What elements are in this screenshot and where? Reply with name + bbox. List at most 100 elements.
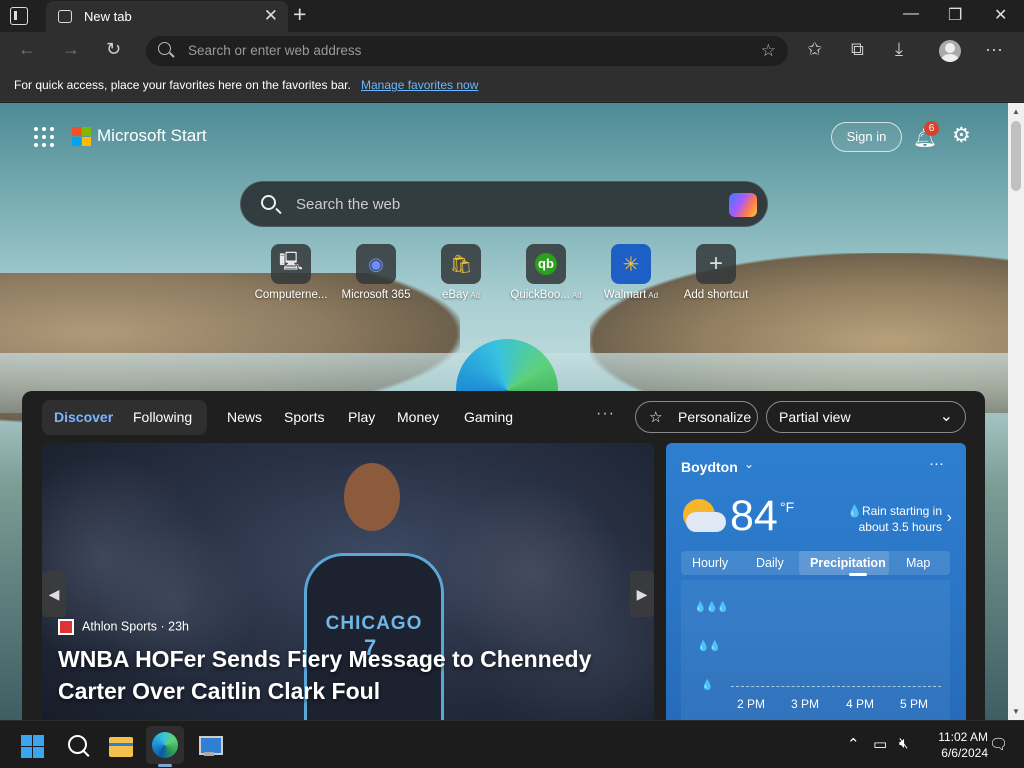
downloads-icon[interactable]: ⤓: [895, 39, 903, 60]
nav-money[interactable]: Money: [397, 409, 439, 425]
scroll-up-icon[interactable]: ▲: [1012, 107, 1020, 116]
weather-tabs: Hourly Daily Precipitation Map: [681, 551, 950, 576]
scroll-thumb[interactable]: [1011, 121, 1021, 191]
close-window-button[interactable]: ✕: [994, 5, 1007, 25]
microsoft-365-icon: ◉: [368, 253, 384, 274]
volume-muted-icon[interactable]: 🔇︎: [899, 735, 908, 752]
shortcut-label: QuickBoo...: [510, 289, 570, 301]
microsoft-logo-icon: [72, 127, 91, 146]
time-label: 5 PM: [900, 697, 929, 711]
walmart-spark-icon: ✳: [622, 253, 640, 276]
personalize-button[interactable]: ☆ Personalize: [635, 401, 758, 433]
weather-card[interactable]: Boydton ⌄ ··· 84 °F 💧Rain starting in ab…: [666, 443, 966, 720]
taskbar-search-icon[interactable]: [66, 733, 92, 759]
taskbar: ⌃ ▭ 🔇︎ 11:02 AM 6/6/2024 🗨︎: [0, 720, 1024, 768]
shortcut-microsoft-365[interactable]: ◉ Microsoft 365: [336, 244, 416, 304]
personalize-star-icon: ☆: [649, 409, 663, 426]
new-tab-button[interactable]: +: [293, 1, 306, 28]
time-label: 3 PM: [791, 697, 820, 711]
athlon-sports-logo-icon: [58, 619, 74, 635]
shortcut-walmart[interactable]: ✳ Walmart Ad: [591, 244, 671, 304]
weather-location[interactable]: Boydton: [681, 459, 738, 475]
copilot-icon[interactable]: [729, 193, 757, 217]
sign-in-button[interactable]: Sign in: [831, 122, 902, 152]
settings-gear-icon[interactable]: ⚙: [952, 123, 971, 148]
address-bar[interactable]: Search or enter web address ☆: [146, 36, 788, 66]
more-icon[interactable]: ···: [985, 39, 1003, 60]
shortcut-computernerds[interactable]: 🖳 Computerne...: [251, 244, 331, 304]
weather-tab-precipitation[interactable]: Precipitation: [810, 556, 886, 570]
collections-icon[interactable]: ⧉: [851, 39, 864, 60]
web-search-placeholder: Search the web: [296, 196, 401, 213]
precip-low-icon: 💧: [701, 680, 713, 691]
clock-time: 11:02 AM: [938, 730, 988, 744]
new-tab-favicon-icon: [58, 10, 72, 23]
refresh-icon[interactable]: ↻: [106, 39, 121, 60]
minimize-button[interactable]: —: [903, 5, 919, 23]
search-icon: [261, 195, 276, 210]
view-select-value: Partial view: [779, 409, 851, 425]
shortcut-label: Computerne...: [254, 289, 328, 301]
new-tab-page: Microsoft Start Sign in 🔔︎ 6 ⚙ Search th…: [0, 103, 1008, 720]
time-label: 4 PM: [846, 697, 875, 711]
shortcut-quickbooks[interactable]: qb QuickBoo... Ad: [506, 244, 586, 304]
more-nav-icon[interactable]: ···: [596, 405, 615, 423]
chevron-right-icon[interactable]: ›: [947, 509, 952, 527]
tab-discover[interactable]: Discover: [54, 409, 113, 425]
computernerds-icon: 🖳: [278, 251, 303, 271]
taskbar-clock[interactable]: 11:02 AM 6/6/2024: [926, 729, 988, 761]
rain-alert[interactable]: 💧Rain starting in about 3.5 hours: [842, 503, 942, 535]
scroll-down-icon[interactable]: ▼: [1012, 707, 1020, 716]
page-scrollbar[interactable]: ▲ ▼: [1008, 103, 1024, 720]
weather-temperature: 84: [730, 492, 778, 540]
profile-avatar[interactable]: [939, 40, 961, 62]
carousel-prev-button[interactable]: ◀: [42, 571, 66, 617]
title-bar: New tab ✕ + — ❐ ✕: [0, 0, 1024, 32]
weather-more-icon[interactable]: ···: [929, 455, 944, 472]
nav-sports[interactable]: Sports: [284, 409, 324, 425]
nav-news[interactable]: News: [227, 409, 262, 425]
favorites-icon[interactable]: ✩: [807, 39, 822, 60]
weather-unit[interactable]: °F: [780, 499, 794, 515]
tab-actions-icon[interactable]: [10, 7, 28, 25]
show-hidden-icons-icon[interactable]: ⌃: [847, 735, 860, 753]
nav-gaming[interactable]: Gaming: [464, 409, 513, 425]
file-explorer-icon[interactable]: [108, 733, 134, 759]
chevron-down-icon[interactable]: ⌄: [744, 457, 754, 471]
app-launcher-icon[interactable]: [34, 127, 54, 147]
computer-app-icon[interactable]: [196, 733, 223, 759]
view-select[interactable]: Partial view ⌄: [766, 401, 966, 433]
brand-title[interactable]: Microsoft Start: [97, 126, 207, 146]
clock-date: 6/6/2024: [941, 746, 988, 760]
news-source[interactable]: Athlon Sports · 23h: [58, 619, 189, 635]
favorites-bar: For quick access, place your favorites h…: [0, 70, 1024, 102]
ad-tag: Ad: [648, 291, 659, 300]
weather-tab-daily[interactable]: Daily: [756, 556, 784, 570]
shortcut-label: Add shortcut: [683, 289, 749, 301]
nav-play[interactable]: Play: [348, 409, 375, 425]
notifications-center-icon[interactable]: 🗨︎: [989, 735, 1008, 753]
news-headline[interactable]: WNBA HOFer Sends Fiery Message to Chenne…: [58, 643, 618, 707]
tab-close-icon[interactable]: ✕: [264, 6, 278, 26]
shortcut-add[interactable]: + Add shortcut: [676, 244, 756, 304]
ebay-bag-icon: 🛍: [449, 253, 473, 274]
carousel-next-button[interactable]: ▶: [630, 571, 654, 617]
start-button[interactable]: [21, 735, 44, 758]
shortcut-ebay[interactable]: 🛍 eBay Ad: [421, 244, 501, 304]
weather-tab-hourly[interactable]: Hourly: [692, 556, 728, 570]
network-icon[interactable]: ▭: [873, 735, 887, 753]
tab-following[interactable]: Following: [133, 409, 192, 425]
maximize-button[interactable]: ❐: [948, 5, 962, 25]
web-search-box[interactable]: Search the web: [240, 181, 768, 227]
hero-news-card[interactable]: CHICAGO 7 ◀ ▶ Athlon Sports · 23h WNBA H…: [42, 443, 654, 720]
address-placeholder: Search or enter web address: [188, 43, 362, 58]
weather-tab-map[interactable]: Map: [906, 556, 930, 570]
tab-new-tab[interactable]: New tab ✕: [46, 1, 288, 32]
edge-taskbar-icon[interactable]: [152, 732, 178, 758]
manage-favorites-link[interactable]: Manage favorites now: [361, 78, 478, 92]
back-icon[interactable]: ←: [18, 39, 36, 60]
forward-icon[interactable]: →: [62, 39, 80, 60]
plus-icon: +: [708, 250, 723, 277]
add-favorite-icon[interactable]: ☆: [761, 41, 776, 61]
favorites-bar-message: For quick access, place your favorites h…: [14, 78, 351, 92]
